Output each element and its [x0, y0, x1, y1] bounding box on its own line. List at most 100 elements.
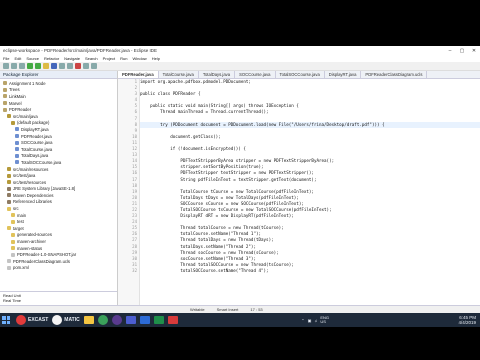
- folder-icon: [11, 246, 15, 251]
- tree-item[interactable]: generated-sources: [0, 232, 117, 239]
- browser-button[interactable]: [97, 314, 108, 326]
- tab-real-time[interactable]: Real Time: [3, 298, 115, 303]
- tree-item[interactable]: Trees: [0, 87, 117, 94]
- word-button[interactable]: [139, 314, 150, 326]
- tree-item[interactable]: LinkMain: [0, 93, 117, 100]
- tree-item[interactable]: Maven Dependencies: [0, 192, 117, 199]
- tab-totaldays[interactable]: TotalDays.java: [199, 71, 236, 78]
- stop-icon[interactable]: [75, 63, 81, 69]
- tree-item[interactable]: src/main/java: [0, 113, 117, 120]
- open-type-icon[interactable]: [59, 63, 65, 69]
- menu-run[interactable]: Run: [120, 56, 127, 61]
- excel-button[interactable]: [153, 314, 164, 326]
- tree-item[interactable]: PDFReader.java: [0, 133, 117, 140]
- search-icon[interactable]: [67, 63, 73, 69]
- chrome-icon: [97, 315, 108, 325]
- tree-item[interactable]: pom.xml: [0, 265, 117, 272]
- menu-window[interactable]: Window: [132, 56, 146, 61]
- tab-totalsoccourse[interactable]: TotalSOCCourse.java: [276, 71, 325, 78]
- tree-item[interactable]: test: [0, 218, 117, 225]
- library-icon: [7, 193, 11, 198]
- menu-navigate[interactable]: Navigate: [64, 56, 80, 61]
- java-file-icon: [15, 134, 19, 139]
- menu-bar: File Edit Source Refactor Navigate Searc…: [0, 55, 480, 62]
- screencast-app-button[interactable]: EXCAST: [16, 314, 48, 326]
- eclipse-taskbar-button[interactable]: [111, 314, 122, 326]
- tree-item[interactable]: maven-status: [0, 245, 117, 252]
- tree-item[interactable]: Marvel: [0, 100, 117, 107]
- source-folder-icon: [7, 180, 11, 185]
- debug-icon[interactable]: [27, 63, 33, 69]
- tree-item[interactable]: SOCCourse.java: [0, 139, 117, 146]
- menu-help[interactable]: Help: [152, 56, 160, 61]
- tree-item[interactable]: src: [0, 205, 117, 212]
- tree-item[interactable]: Assignment 1 Node: [0, 80, 117, 87]
- folder-icon: [11, 232, 15, 237]
- eclipse-icon: [111, 315, 122, 325]
- volume-icon[interactable]: ♫: [314, 318, 317, 323]
- tab-classdiagram[interactable]: PDFReaderClassDiagram.ucls: [361, 71, 428, 78]
- teams-icon: [125, 316, 136, 324]
- menu-project[interactable]: Project: [103, 56, 115, 61]
- forward-icon[interactable]: [91, 63, 97, 69]
- language-indicator[interactable]: ENG US: [320, 315, 329, 325]
- java-file-icon: [15, 153, 19, 158]
- clock[interactable]: 6:45 PM 4/4/2019: [458, 315, 480, 325]
- menu-file[interactable]: File: [3, 56, 9, 61]
- windows-start-icon[interactable]: [0, 314, 12, 326]
- minimize-button[interactable]: –: [444, 48, 456, 54]
- status-writable: Writable: [190, 307, 205, 312]
- tree-item[interactable]: PDFReader: [0, 106, 117, 113]
- tree-item[interactable]: main: [0, 212, 117, 219]
- chevron-up-icon[interactable]: ⌃: [301, 318, 304, 323]
- tree-item[interactable]: src/main/resources: [0, 166, 117, 173]
- tree-item[interactable]: target: [0, 225, 117, 232]
- tree-item[interactable]: src/test/resources: [0, 179, 117, 186]
- line-number-gutter: 1 2 3 4 5 6 7 8 9 10 11 12 13 14 15 16 1…: [118, 79, 140, 305]
- tree-item[interactable]: JRE System Library [JavaSE-1.8]: [0, 186, 117, 193]
- title-bar: eclipse-workspace - PDFReader/src/main/j…: [0, 46, 480, 55]
- menu-search[interactable]: Search: [85, 56, 98, 61]
- tree-item[interactable]: TotalDays.java: [0, 153, 117, 160]
- tab-displayrt[interactable]: DisplayRT.java: [325, 71, 362, 78]
- tree-item[interactable]: TotalCourse.java: [0, 146, 117, 153]
- build-icon[interactable]: [43, 63, 49, 69]
- tab-totalcourse[interactable]: TotalCourse.java: [159, 71, 199, 78]
- window-title: eclipse-workspace - PDFReader/src/main/j…: [3, 48, 158, 53]
- code-text[interactable]: import org.apache.pdfbox.pdmodel.PDDocum…: [140, 79, 480, 305]
- tree-item[interactable]: Referenced Libraries: [0, 199, 117, 206]
- new-icon[interactable]: [3, 63, 9, 69]
- menu-source[interactable]: Source: [26, 56, 39, 61]
- tree-item[interactable]: TotalSOCCourse.java: [0, 159, 117, 166]
- tab-pdfreader[interactable]: PDFReader.java: [118, 71, 159, 78]
- java-file-icon: [15, 140, 19, 145]
- run-icon[interactable]: [35, 63, 41, 69]
- file-explorer-button[interactable]: [83, 314, 94, 326]
- tree-item[interactable]: maven-archiver: [0, 238, 117, 245]
- project-icon: [3, 94, 7, 99]
- xml-file-icon: [7, 265, 11, 270]
- print-icon[interactable]: [19, 63, 25, 69]
- tree-item[interactable]: PDFReaderClassDiagram.ucls: [0, 258, 117, 265]
- folder-icon: [11, 219, 15, 224]
- save-icon[interactable]: [11, 63, 17, 69]
- tree-item[interactable]: src/test/java: [0, 172, 117, 179]
- network-icon[interactable]: ▣: [308, 318, 312, 323]
- tree-item[interactable]: DisplayRT.java: [0, 126, 117, 133]
- maximize-button[interactable]: ▢: [456, 48, 468, 54]
- back-icon[interactable]: [83, 63, 89, 69]
- code-editor[interactable]: 1 2 3 4 5 6 7 8 9 10 11 12 13 14 15 16 1…: [118, 79, 480, 305]
- matic-app-button[interactable]: MATIC: [52, 314, 80, 326]
- word-icon: [139, 316, 150, 324]
- tree-item[interactable]: PDFReader-1.0-SNAPSHOT.jar: [0, 251, 117, 258]
- tab-soccourse[interactable]: SOCCourse.java: [235, 71, 276, 78]
- teams-button[interactable]: [125, 314, 136, 326]
- pdf-button[interactable]: [167, 314, 178, 326]
- editor-area: PDFReader.java TotalCourse.java TotalDay…: [118, 71, 480, 305]
- close-button[interactable]: ✕: [468, 48, 480, 54]
- menu-refactor[interactable]: Refactor: [44, 56, 59, 61]
- tree-item[interactable]: (default package): [0, 120, 117, 127]
- menu-edit[interactable]: Edit: [14, 56, 21, 61]
- new-java-class-icon[interactable]: [51, 63, 57, 69]
- library-icon: [7, 199, 11, 204]
